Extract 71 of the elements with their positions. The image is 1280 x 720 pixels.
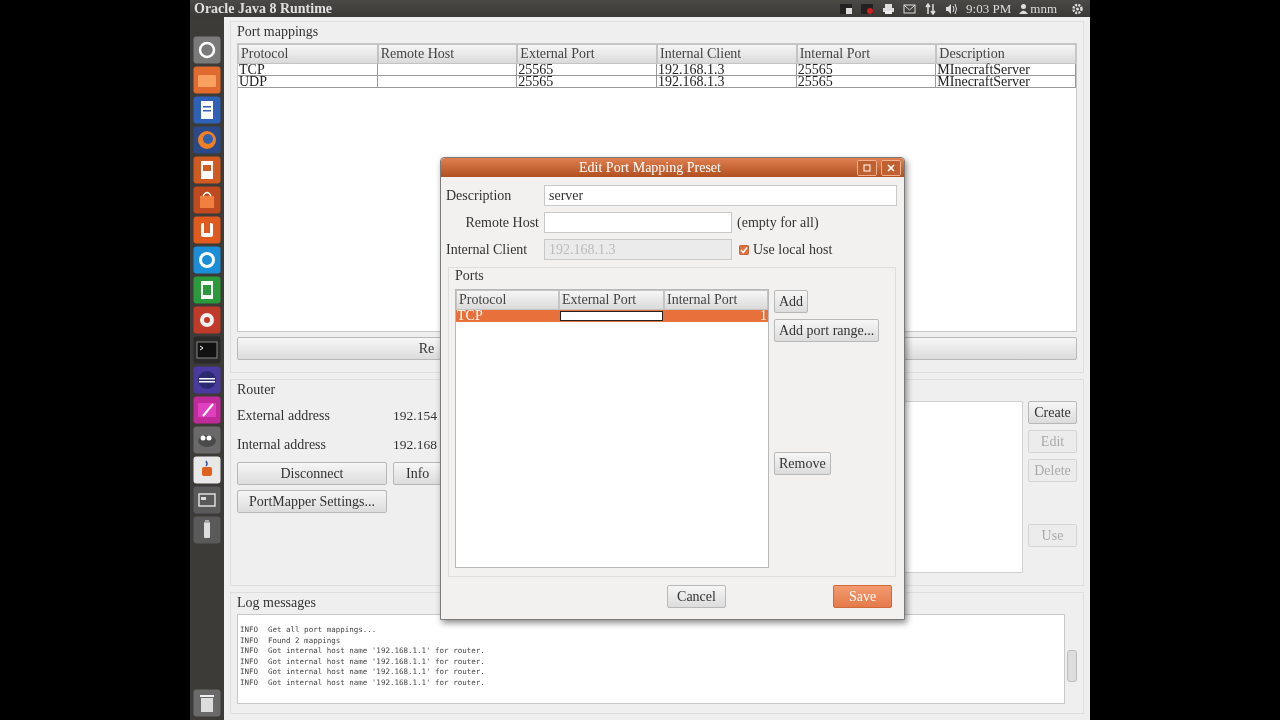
dialog-title: Edit Port Mapping Preset bbox=[578, 159, 722, 176]
user-name[interactable]: mnm bbox=[1030, 0, 1057, 17]
column-header[interactable]: Protocol bbox=[456, 290, 559, 310]
folder-icon[interactable] bbox=[193, 66, 221, 94]
settings-icon[interactable] bbox=[1071, 2, 1084, 15]
field-label: Internal address bbox=[237, 436, 328, 453]
disconnect-button[interactable]: Disconnect bbox=[237, 462, 387, 485]
column-header[interactable]: Description bbox=[936, 44, 1076, 64]
field-hint: (empty for all) bbox=[737, 214, 819, 231]
description-field[interactable]: server bbox=[544, 185, 897, 206]
mail-icon[interactable] bbox=[903, 2, 917, 15]
chat-icon[interactable] bbox=[193, 246, 221, 274]
volume-icon[interactable] bbox=[945, 2, 959, 15]
address-value: 192.168 bbox=[393, 436, 437, 453]
table-cell-text: TCP bbox=[456, 310, 484, 322]
add-button[interactable]: Add bbox=[774, 290, 809, 313]
section-title: Port mappings bbox=[237, 24, 319, 40]
network-icon[interactable] bbox=[924, 2, 938, 15]
user-icon[interactable] bbox=[1019, 2, 1029, 15]
section-title: Ports bbox=[455, 268, 485, 284]
window-indicator-icon[interactable] bbox=[840, 2, 854, 15]
window-title: Oracle Java 8 Runtime bbox=[194, 0, 334, 17]
field-label: External address bbox=[237, 407, 331, 424]
usb-drive-icon[interactable] bbox=[193, 516, 221, 544]
cell-editor[interactable] bbox=[560, 311, 663, 321]
checkbox[interactable] bbox=[739, 244, 749, 255]
field-label: Internal Client bbox=[446, 241, 529, 258]
tools-icon[interactable] bbox=[193, 306, 221, 334]
coffee-cup-icon[interactable] bbox=[193, 456, 221, 484]
table-cell: 25565 bbox=[796, 76, 937, 88]
add-range-button[interactable]: Add port range... bbox=[774, 319, 880, 342]
document-icon[interactable] bbox=[193, 96, 221, 124]
column-header[interactable]: Protocol bbox=[238, 44, 378, 64]
table-cell: 25565 bbox=[517, 64, 657, 76]
column-header[interactable]: External Port bbox=[559, 290, 664, 310]
table-cell: MInecraftServer bbox=[936, 76, 1076, 88]
section-title: Router bbox=[237, 382, 276, 398]
checkbox-label: Use local host bbox=[753, 241, 833, 258]
globe-icon[interactable] bbox=[193, 126, 221, 154]
table-cell-text: 1 bbox=[759, 310, 768, 322]
cancel-button[interactable]: Cancel bbox=[667, 585, 726, 608]
field-label: Description bbox=[446, 187, 513, 204]
column-header[interactable]: Internal Port bbox=[664, 290, 768, 310]
table-cell: 192.168.1.3 bbox=[657, 64, 797, 76]
address-value: 192.154 bbox=[393, 407, 437, 424]
clock[interactable]: 9:03 PM bbox=[966, 0, 1012, 17]
column-header[interactable]: Remote Host bbox=[377, 44, 518, 64]
presentation-icon[interactable] bbox=[193, 156, 221, 184]
settings-button[interactable]: PortMapper Settings... bbox=[237, 490, 387, 513]
table-cell: MInecraftServer bbox=[936, 64, 1076, 76]
table-cell: UDP bbox=[238, 76, 378, 88]
column-header[interactable]: External Port bbox=[517, 44, 657, 64]
remote-host-field[interactable] bbox=[544, 212, 732, 233]
shopping-bag-icon[interactable] bbox=[193, 186, 221, 214]
table-cell: 25565 bbox=[796, 64, 937, 76]
column-header[interactable]: Internal Client bbox=[657, 44, 797, 64]
app-icon[interactable] bbox=[193, 216, 221, 244]
spreadsheet-icon[interactable] bbox=[193, 276, 221, 304]
field-label: Remote Host bbox=[464, 214, 540, 231]
preset-button[interactable]: Create bbox=[1028, 401, 1077, 424]
window-icon[interactable] bbox=[193, 486, 221, 514]
close-icon[interactable] bbox=[881, 159, 901, 176]
remove-button[interactable]: Remove bbox=[774, 452, 831, 475]
table-cell: 25565 bbox=[517, 76, 657, 88]
table-cell: TCP bbox=[238, 64, 378, 76]
table-cell: 192.168.1.3 bbox=[657, 76, 797, 88]
section-title: Log messages bbox=[237, 595, 316, 611]
column-header[interactable]: Internal Port bbox=[796, 44, 937, 64]
trash-icon[interactable] bbox=[193, 689, 221, 717]
printer-icon[interactable] bbox=[882, 2, 896, 15]
scroll-thumb[interactable] bbox=[1067, 650, 1077, 682]
